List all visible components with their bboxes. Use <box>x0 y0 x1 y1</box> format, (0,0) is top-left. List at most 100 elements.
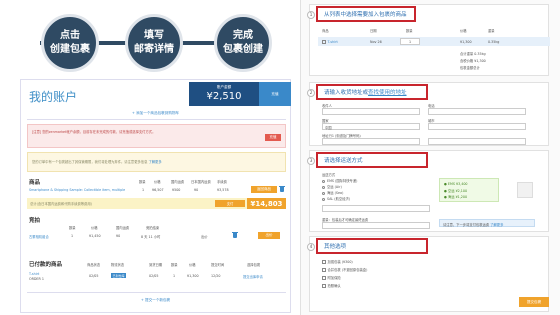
auction-header-ship: 国内运费 <box>116 226 130 230</box>
auction-item-link[interactable]: 古董相机组合 <box>29 234 49 239</box>
alert-storage-message: 您的订单中有一个包裹超出了其保管期限，我们将处理为弃件。请注意更多信息 <box>32 160 148 164</box>
radio-icon[interactable] <box>322 179 325 183</box>
s3-method-ems-label: EMS (国际特快专递) <box>327 179 358 183</box>
s1-row-price: ¥1,300 <box>460 40 472 44</box>
checkbox-icon[interactable] <box>322 268 326 272</box>
balance-value: ¥2,510 <box>206 91 242 102</box>
s1-row-item-name[interactable]: T-shirt <box>328 40 338 44</box>
create-package-panel: 1 从列表中选择需要加入包裹的商品 商品 日期 数量 价格 重量 T-shirt… <box>300 0 560 315</box>
purchased-qty: 1 <box>173 274 176 278</box>
s3-method-air-label: 空运 (Air) <box>327 185 342 189</box>
purchased-price: ¥1,300 <box>187 274 199 278</box>
goods-item-link[interactable]: Smartphone & Shipping Sample: Collectibl… <box>29 188 125 192</box>
s1-qty-field[interactable]: 1 <box>400 38 420 45</box>
account-panel: 我的账户 账户金额 ¥2,510 充值 + 添加一个商品包裹到购物车 [注意] … <box>20 79 291 313</box>
section-1-number: 1 <box>307 11 315 19</box>
radio-icon[interactable] <box>322 197 325 201</box>
section-1-card: 1 从列表中选择需要加入包裹的商品 商品 日期 数量 价格 重量 T-shirt… <box>307 4 550 76</box>
section-1-title: 从列表中选择需要加入包裹的商品 <box>316 6 416 22</box>
purchased-date: 02/05 <box>149 274 159 278</box>
purchased-time: 12/20 <box>211 274 221 278</box>
step-1-line1: 点击 <box>60 30 80 41</box>
divider <box>27 119 286 120</box>
s1-header-qty: 数量 <box>406 29 413 33</box>
goods-price: ¥6,507 <box>152 188 164 192</box>
step-3-line2: 包裹创建 <box>223 44 263 55</box>
total-value: ¥14,803 <box>247 198 286 209</box>
checkbox-icon[interactable] <box>322 260 326 264</box>
city-input[interactable] <box>428 123 526 130</box>
shipping-select[interactable] <box>322 205 430 212</box>
option-row[interactable]: 拍照确认 <box>322 283 341 288</box>
shipping-note-message: 请注意，下一步将支付包裹运费 <box>443 223 490 227</box>
s1-header-item: 商品 <box>322 29 329 33</box>
goods-qty: 1 <box>142 188 145 192</box>
add-bottom-link[interactable]: + 提交一个新包裹 <box>21 298 290 303</box>
goods-header-qty: 数量 <box>139 180 146 184</box>
pay-button[interactable]: 支付 <box>215 200 245 207</box>
option-row[interactable]: 附加保险 <box>322 275 341 280</box>
phone-input[interactable] <box>428 108 526 115</box>
option-row[interactable]: 加强包装 (¥300) <box>322 259 353 264</box>
purchased-item-link[interactable]: T-shirt <box>29 272 39 276</box>
section-4-card: 4 其他选项 加强包装 (¥300) 合并包裹 (不退回原包装盒) 附加保险 拍… <box>307 236 549 312</box>
balance-box: 账户金额 ¥2,510 <box>189 82 259 106</box>
auction-header-end: 竞拍结束 <box>146 226 160 230</box>
s1-row-selected[interactable] <box>318 37 550 46</box>
purchased-status: 02/05 <box>89 274 99 278</box>
goods-return-button[interactable]: 返回商品 <box>251 186 277 193</box>
country-select-value: 中国 <box>325 126 332 130</box>
s1-header-price: 价格 <box>460 29 467 33</box>
s3-method-sea[interactable]: 海运 (Sea) <box>322 190 343 195</box>
topup-button[interactable]: 充值 <box>259 82 291 106</box>
s1-header-date: 日期 <box>370 29 377 33</box>
option-row[interactable]: 合并包裹 (不退回原包装盒) <box>322 267 367 272</box>
zip-input[interactable] <box>428 138 526 145</box>
add-package-link[interactable]: + 添加一个商品包裹到购物车 <box>21 111 290 116</box>
purchased-header-select: 选择包裹 <box>247 263 261 267</box>
s3-method-sal[interactable]: SAL (航空经济) <box>322 196 350 201</box>
trash-icon[interactable] <box>232 231 238 238</box>
checkbox-icon[interactable] <box>322 276 326 280</box>
purchased-header-price: 价格 <box>189 263 196 267</box>
s3-method-ems[interactable]: EMS (国际特快专递) <box>322 178 357 183</box>
alert-storage: 您的订单中有一个包裹超出了其保管期限，我们将处理为弃件。请注意更多信息 了解更多 <box>27 152 286 172</box>
quote-ems: ● EMS ¥3,400 <box>444 182 468 186</box>
section-2-title-text: 请输入收货地址或 <box>324 90 369 96</box>
auction-price: ¥1,450 <box>89 234 101 238</box>
goods-heading: 商品 <box>29 180 41 186</box>
s1-row-date: Nov 26 <box>370 40 382 44</box>
step-2-line1: 填写 <box>144 30 164 41</box>
find-address-link[interactable]: 查找使用的地址 <box>368 88 407 96</box>
goods-jpship: ¥0 <box>194 188 199 192</box>
option-label: 附加保险 <box>327 276 341 280</box>
section-2-number: 2 <box>307 89 315 97</box>
weight-select[interactable] <box>322 222 430 229</box>
s3-method-air[interactable]: 空运 (Air) <box>322 184 342 189</box>
alert-storage-link[interactable]: 了解更多 <box>148 160 161 164</box>
purchased-header-ship: 物流状态 <box>111 263 125 267</box>
section-2-card: 2 请输入收货地址或 查找使用的地址 收件人 电话 国家 城市 中国 地址行1 (… <box>307 82 549 146</box>
address-input[interactable] <box>322 138 420 145</box>
radio-icon[interactable] <box>322 191 325 195</box>
name-input[interactable] <box>322 108 420 115</box>
auction-ship: ¥0 <box>116 234 121 238</box>
s1-row-qty: 1 <box>409 40 412 44</box>
s1-header-weight: 重量 <box>488 29 495 33</box>
shipping-note-link[interactable]: 了解更多 <box>490 223 503 227</box>
auction-header-qty: 数量 <box>69 226 76 230</box>
alert-topup-button[interactable]: 充值 <box>265 134 281 141</box>
checkbox-icon[interactable] <box>322 40 326 44</box>
checkbox-icon[interactable] <box>322 284 326 288</box>
auction-header-price: 价格 <box>91 226 98 230</box>
step-circle-3: 完成 包裹创建 <box>214 14 272 72</box>
bid-button[interactable]: 出价 <box>258 232 280 239</box>
submit-package-button[interactable]: 提交包裹 <box>519 297 549 307</box>
purchased-link[interactable]: 提交出库申请 <box>243 274 263 279</box>
auction-action: 出价 <box>201 235 208 239</box>
auction-qty: 1 <box>71 234 74 238</box>
radio-icon[interactable] <box>322 185 325 189</box>
trash-icon[interactable] <box>279 185 285 192</box>
option-label: 拍照确认 <box>327 284 341 288</box>
country-select[interactable]: 中国 <box>322 123 420 130</box>
